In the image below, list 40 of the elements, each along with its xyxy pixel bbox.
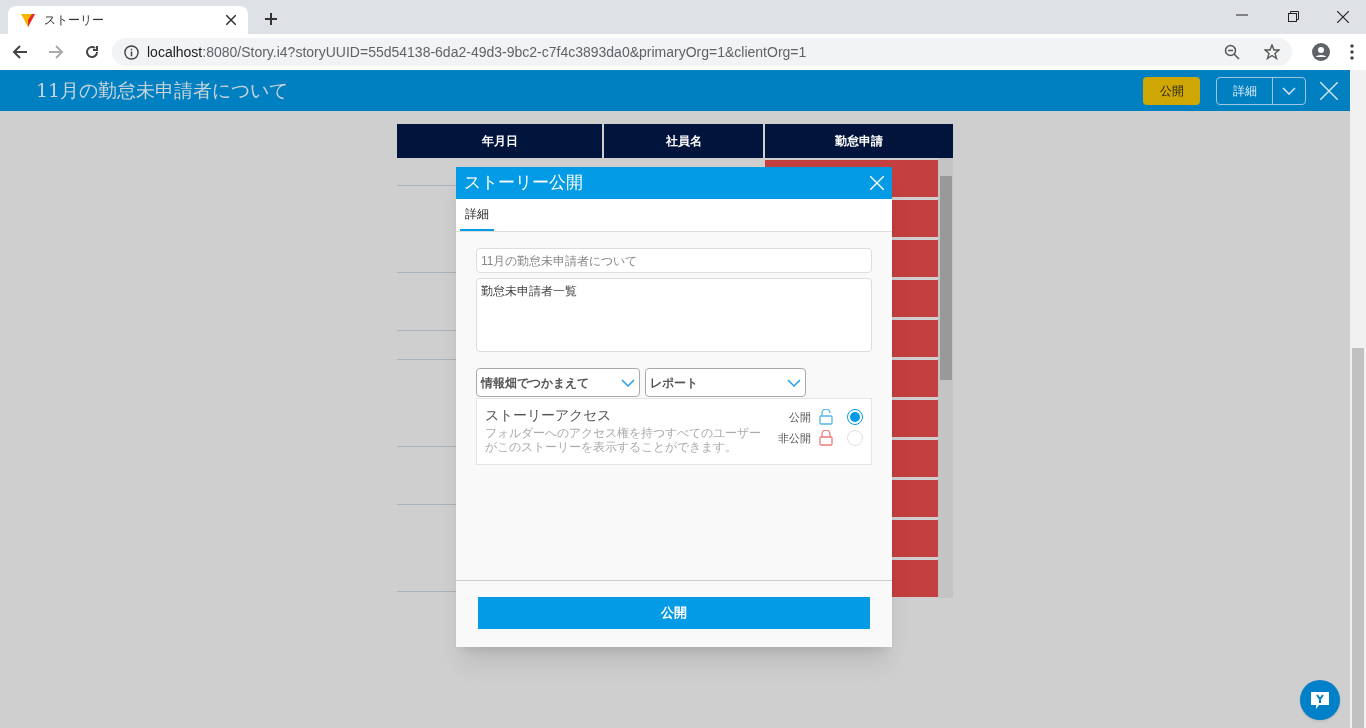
close-icon[interactable] (1337, 11, 1349, 23)
access-label: 非公開 (778, 430, 811, 446)
title-field[interactable]: 11月の勤怠未申請者について (476, 248, 872, 273)
zoom-out-icon[interactable] (1224, 44, 1240, 60)
chevron-down-icon (1282, 86, 1296, 95)
browser-tab[interactable]: ストーリー (8, 6, 248, 34)
lock-icon (819, 429, 833, 446)
description-field[interactable]: 勤怠未申請者一覧 (476, 278, 872, 352)
new-tab-icon[interactable] (264, 12, 278, 26)
info-icon (124, 44, 139, 60)
tab-title: ストーリー (44, 12, 105, 29)
tab[interactable]: 詳細 (460, 199, 494, 231)
story-title: 11月の勤怠未申請者について (36, 78, 290, 104)
type-select[interactable]: レポート (645, 368, 806, 397)
publish-button[interactable]: 公開 (1143, 76, 1200, 105)
menu-icon[interactable] (1350, 44, 1354, 60)
dialog-title: ストーリー公開 (464, 172, 584, 195)
access-description: フォルダーへのアクセス権を持つすべてのユーザーがこのストーリーを表示することができます。 (485, 426, 762, 454)
logo-icon (20, 12, 36, 28)
chevron-down-icon (621, 378, 635, 387)
column-header: 勤怠申請 (765, 124, 953, 158)
url-path: :8080/Story.i4?storyUUID=55d54138-6da2-49d3-9bc2-c7f4c3893da0&primaryOrg=1&clientOrg=1 (202, 43, 807, 60)
chat-button[interactable] (1300, 680, 1340, 720)
chat-icon (1310, 690, 1330, 710)
folder-select[interactable]: 情報畑でつかまえて (476, 368, 640, 397)
star-icon[interactable] (1264, 44, 1280, 60)
access-label: 公開 (789, 410, 811, 425)
close-icon[interactable] (226, 15, 236, 25)
account-icon[interactable] (1312, 43, 1330, 61)
address-field[interactable]: localhost:8080/Story.i4?storyUUID=55d54138-6da2-49d3-9bc2-c7f4c3893da0&primaryOrg=1&clientOrg=1 (112, 38, 1292, 66)
reload-icon[interactable] (84, 44, 100, 60)
unlocked-icon (819, 409, 833, 426)
details-button[interactable]: 詳細 (1217, 77, 1273, 104)
url-host: localhost (147, 43, 203, 60)
chevron-down-icon (787, 378, 801, 387)
access-heading: ストーリーアクセス (485, 406, 612, 425)
restore-icon[interactable] (1288, 11, 1299, 22)
column-header: 社員名 (604, 124, 763, 158)
back-icon[interactable] (12, 44, 28, 60)
column-header: 年月日 (397, 124, 602, 158)
